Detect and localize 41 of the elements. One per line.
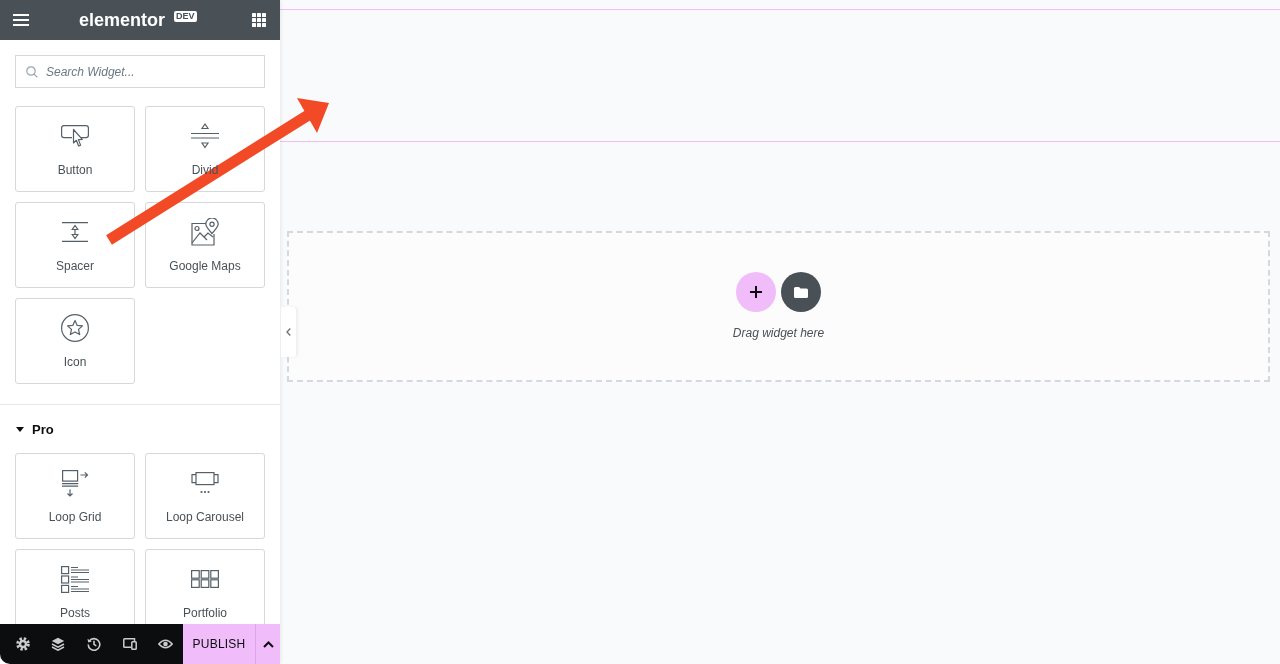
devices-icon — [122, 638, 137, 650]
map-pin-icon — [191, 218, 219, 246]
widget-card[interactable]: Icon — [15, 298, 135, 384]
cursor-button-icon — [61, 125, 89, 147]
menu-icon — [13, 14, 29, 26]
drop-hint: Drag widget here — [732, 325, 825, 341]
loop-grid-icon — [61, 469, 89, 497]
search-field[interactable]: Search Widget... — [15, 55, 265, 88]
dev-badge: DEV — [174, 10, 197, 22]
divider-icon — [191, 122, 219, 150]
publish-options-button[interactable] — [255, 624, 280, 664]
widget-card[interactable]: Loop Grid — [15, 453, 135, 539]
category-toggle[interactable]: Pro — [15, 420, 54, 438]
grid-icon — [252, 13, 266, 27]
apps-button[interactable] — [250, 11, 268, 29]
widget-card[interactable]: Spacer — [15, 202, 135, 288]
history-icon — [87, 637, 101, 651]
widget-card[interactable]: Loop Carousel — [145, 453, 265, 539]
logo-text: elementor — [79, 9, 166, 31]
eye-icon — [157, 639, 173, 649]
chevron-left-icon — [286, 328, 291, 336]
collapse-panel-handle[interactable] — [281, 307, 296, 357]
widget-card[interactable]: Portfolio — [145, 549, 265, 624]
search-icon — [26, 66, 38, 78]
widget-card[interactable]: Button — [15, 106, 135, 192]
plus-icon — [750, 286, 762, 298]
star-circle-icon — [61, 314, 89, 342]
carousel-icon — [191, 471, 219, 495]
publish-button[interactable]: PUBLISH — [183, 624, 255, 664]
widget-card[interactable]: Posts — [15, 549, 135, 624]
tile-grid-icon — [191, 570, 219, 588]
template-library-button[interactable] — [781, 272, 821, 312]
add-section-button[interactable] — [736, 272, 776, 312]
caret-up-icon — [262, 640, 274, 648]
post-list-icon — [61, 565, 89, 593]
menu-button[interactable] — [12, 11, 30, 29]
spacer-icon — [61, 222, 89, 242]
settings-icon — [15, 637, 30, 651]
folder-icon — [794, 286, 808, 298]
layers-icon — [51, 637, 66, 651]
widget-card[interactable]: Google Maps — [145, 202, 265, 288]
